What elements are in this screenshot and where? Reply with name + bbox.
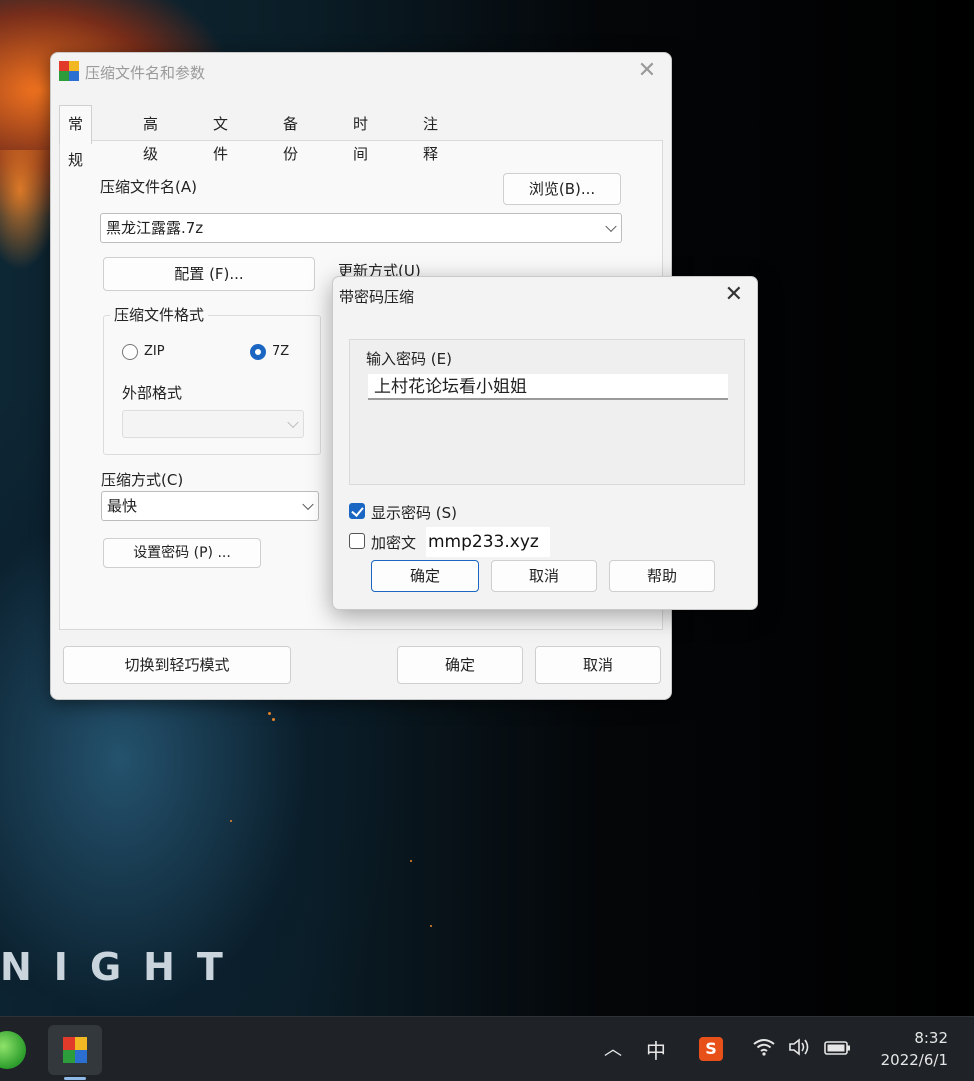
sogou-ime-icon[interactable]: S bbox=[699, 1037, 723, 1061]
clock-time: 8:32 bbox=[914, 1029, 948, 1047]
volume-icon-graphic bbox=[789, 1038, 809, 1056]
format-zip-radio[interactable] bbox=[122, 344, 138, 360]
profiles-button[interactable]: 配置 (F)... bbox=[103, 257, 315, 291]
ok-button[interactable]: 确定 bbox=[397, 646, 523, 684]
cancel-button[interactable]: 取消 bbox=[535, 646, 661, 684]
tab-files[interactable]: 文件 bbox=[205, 109, 236, 163]
taskbar: ︿ 中 S 8:32 2022/6/1 bbox=[0, 1016, 974, 1081]
taskbar-app-icon[interactable] bbox=[0, 1031, 26, 1069]
window-title: 压缩文件名和参数 bbox=[85, 64, 206, 82]
show-password-label: 显示密码 (S) bbox=[371, 504, 457, 522]
encrypt-names-checkbox[interactable] bbox=[349, 533, 365, 549]
battery-icon-graphic bbox=[824, 1041, 850, 1055]
archive-name-combobox[interactable]: 黑龙江露露.7z bbox=[100, 213, 622, 243]
browse-button[interactable]: 浏览(B)... bbox=[503, 173, 621, 205]
close-icon[interactable]: ✕ bbox=[635, 59, 659, 83]
compression-method-label: 压缩方式(C) bbox=[101, 471, 184, 489]
system-clock[interactable]: 8:32 2022/6/1 bbox=[881, 1027, 948, 1071]
archive-name-label: 压缩文件名(A) bbox=[100, 178, 197, 196]
wallpaper-spark bbox=[410, 860, 412, 862]
encrypt-names-label: 加密文 bbox=[371, 534, 417, 552]
clock-date: 2022/6/1 bbox=[880, 1051, 948, 1069]
wallpaper-spark bbox=[272, 718, 275, 721]
switch-mode-button[interactable]: 切换到轻巧模式 bbox=[63, 646, 291, 684]
wallpaper-spark bbox=[230, 820, 232, 822]
tab-backup[interactable]: 备份 bbox=[275, 109, 306, 163]
battery-icon[interactable] bbox=[824, 1039, 852, 1062]
wallpaper-spark bbox=[268, 712, 271, 715]
show-password-checkbox[interactable] bbox=[349, 503, 365, 519]
archive-format-group: 压缩文件格式 ZIP 7Z 外部格式 bbox=[103, 304, 321, 455]
chevron-down-icon[interactable] bbox=[605, 220, 617, 233]
dialog-cancel-button[interactable]: 取消 bbox=[491, 560, 597, 592]
title-bar[interactable]: 压缩文件名和参数 ✕ bbox=[51, 53, 671, 91]
password-dialog: 带密码压缩 ✕ 输入密码 (E) 上村花论坛看小姐姐 显示密码 (S) 加密文 … bbox=[332, 276, 758, 610]
dialog-help-button[interactable]: 帮助 bbox=[609, 560, 715, 592]
format-7z-radio[interactable] bbox=[250, 344, 266, 360]
wallpaper-spark bbox=[430, 925, 432, 927]
tab-comment[interactable]: 注释 bbox=[415, 109, 446, 163]
password-group: 输入密码 (E) 上村花论坛看小姐姐 bbox=[349, 339, 745, 485]
external-format-label: 外部格式 bbox=[122, 384, 183, 402]
chevron-down-icon bbox=[287, 416, 299, 429]
archive-app-icon bbox=[63, 1037, 87, 1063]
tab-time[interactable]: 时间 bbox=[345, 109, 376, 163]
set-password-button[interactable]: 设置密码 (P) ... bbox=[103, 538, 261, 568]
compression-method-combobox[interactable]: 最快 bbox=[101, 491, 319, 521]
tab-advanced[interactable]: 高级 bbox=[135, 109, 166, 163]
chevron-down-icon[interactable] bbox=[302, 498, 314, 511]
ime-indicator[interactable]: 中 bbox=[646, 1035, 666, 1064]
archive-name-value: 黑龙江露露.7z bbox=[106, 219, 204, 237]
close-icon[interactable]: ✕ bbox=[725, 282, 743, 307]
archive-app-icon bbox=[59, 61, 79, 81]
compression-method-value: 最快 bbox=[107, 497, 138, 515]
format-7z-label: 7Z bbox=[272, 344, 290, 359]
wifi-icon-graphic bbox=[753, 1039, 775, 1056]
enter-password-label: 输入密码 (E) bbox=[366, 350, 452, 368]
dialog-ok-button[interactable]: 确定 bbox=[371, 560, 479, 592]
taskbar-archive-app[interactable] bbox=[48, 1025, 102, 1075]
watermark-text: mmp233.xyz bbox=[426, 527, 550, 557]
format-zip-label: ZIP bbox=[144, 344, 165, 359]
volume-icon[interactable] bbox=[788, 1037, 814, 1062]
password-input[interactable]: 上村花论坛看小姐姐 bbox=[368, 374, 728, 400]
archive-format-group-title: 压缩文件格式 bbox=[110, 304, 209, 325]
dialog-title: 带密码压缩 bbox=[339, 288, 415, 306]
wallpaper-title: NIGHT bbox=[0, 945, 245, 989]
wifi-icon[interactable] bbox=[752, 1037, 776, 1062]
tab-general[interactable]: 常规 bbox=[59, 105, 93, 169]
external-format-combobox bbox=[122, 410, 304, 438]
tray-chevron-up-icon[interactable]: ︿ bbox=[604, 1035, 622, 1061]
